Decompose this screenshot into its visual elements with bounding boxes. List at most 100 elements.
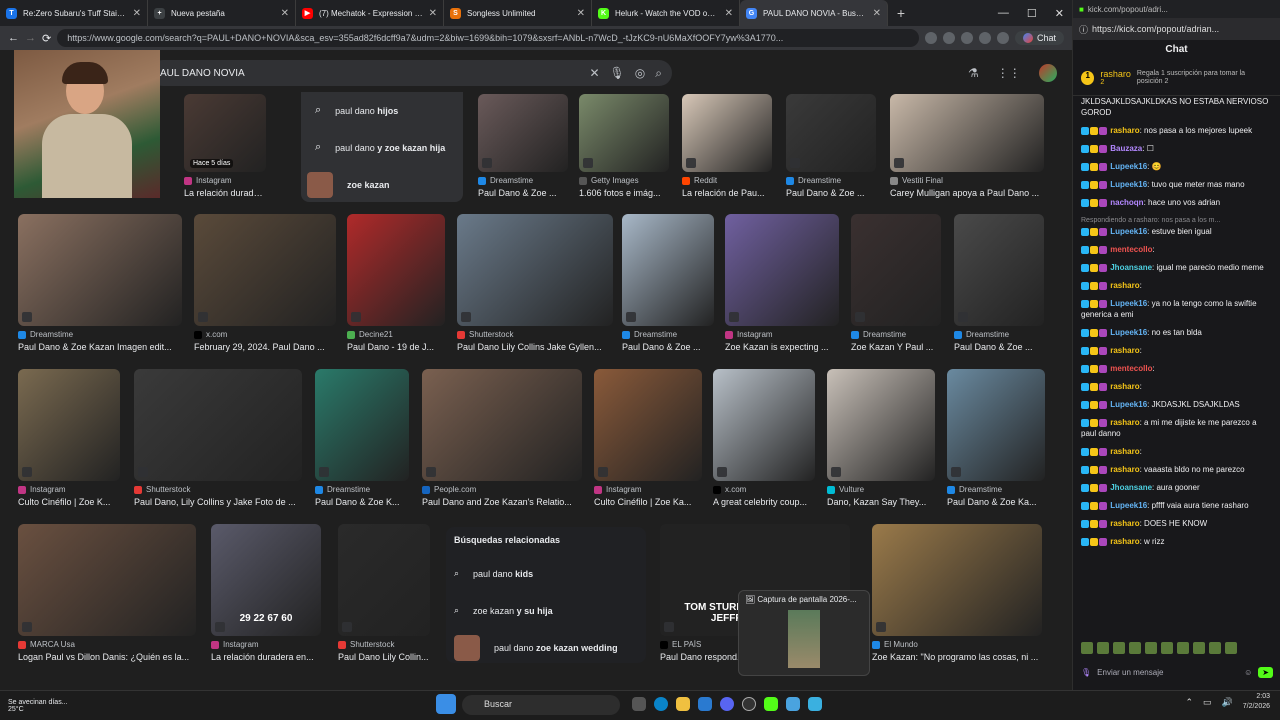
chat-message[interactable]: rasharo: w rizz bbox=[1081, 536, 1272, 547]
image-source[interactable]: Getty Images bbox=[579, 176, 669, 185]
image-thumbnail[interactable] bbox=[194, 214, 336, 326]
chat-username[interactable]: Lupeek16 bbox=[1110, 400, 1147, 409]
maximize-icon[interactable]: ☐ bbox=[1027, 7, 1037, 20]
kick-icon[interactable] bbox=[764, 697, 778, 711]
emoji-icon[interactable]: ☺ bbox=[1244, 668, 1252, 677]
image-result[interactable]: Instagram Culto Cinéfilo | Zoe Ka... bbox=[594, 369, 702, 507]
image-result[interactable]: 29 22 67 60 Instagram La relación duradera… bbox=[211, 524, 321, 662]
image-caption[interactable]: Zoe Kazan is expecting ... bbox=[725, 342, 839, 352]
chat-username[interactable]: rasharo bbox=[1110, 126, 1139, 135]
image-thumbnail[interactable] bbox=[579, 94, 669, 172]
image-thumbnail[interactable] bbox=[347, 214, 445, 326]
image-result[interactable]: Dreamstime Paul Dano & Zoe Kazan Imagen e… bbox=[18, 214, 182, 352]
image-caption[interactable]: Paul Dano & Zoe ... bbox=[622, 342, 714, 352]
back-icon[interactable]: ← bbox=[8, 32, 19, 44]
image-result[interactable]: Shutterstock Paul Dano Lily Collin... bbox=[338, 524, 430, 662]
windows-start-icon[interactable] bbox=[436, 694, 456, 714]
image-source[interactable]: Reddit bbox=[682, 176, 772, 185]
chat-message[interactable]: rasharo: bbox=[1081, 446, 1272, 457]
image-source[interactable]: x.com bbox=[713, 485, 815, 494]
extension-icon[interactable] bbox=[960, 32, 973, 44]
taskbar-search[interactable]: Buscar bbox=[462, 695, 620, 715]
image-thumbnail[interactable] bbox=[338, 524, 430, 636]
image-source[interactable]: Vulture bbox=[827, 485, 935, 494]
image-thumbnail[interactable] bbox=[315, 369, 409, 481]
chat-message[interactable]: mentecollo: bbox=[1081, 244, 1272, 255]
emote-icon[interactable] bbox=[1225, 642, 1237, 654]
emote-icon[interactable] bbox=[1145, 642, 1157, 654]
search-icon[interactable]: ⌕ bbox=[655, 66, 662, 81]
chat-message[interactable]: Lupeek16: 😊 bbox=[1081, 161, 1272, 172]
chat-username[interactable]: rasharo bbox=[1110, 447, 1139, 456]
image-result[interactable]: MARCA Usa Logan Paul vs Dillon Danis: ¿Qu… bbox=[18, 524, 196, 662]
bookmark-star-icon[interactable] bbox=[924, 32, 937, 44]
browser-tab[interactable]: + Nueva pestaña ✕ bbox=[148, 0, 296, 26]
file-explorer-icon[interactable] bbox=[676, 697, 690, 711]
chat-message[interactable]: Jhoansane: aura gooner bbox=[1081, 482, 1272, 493]
image-source[interactable]: People.com bbox=[422, 485, 582, 494]
image-source[interactable]: Dreamstime bbox=[947, 485, 1045, 494]
image-caption[interactable]: Culto Cinéfilo | Zoe Ka... bbox=[594, 497, 702, 507]
clear-icon[interactable]: ✕ bbox=[589, 66, 599, 80]
send-button[interactable]: ➤ bbox=[1258, 666, 1273, 678]
image-source[interactable]: Dreamstime bbox=[786, 176, 876, 185]
image-source[interactable]: Instagram bbox=[211, 640, 321, 649]
related-search-item[interactable]: paul dano zoe kazan wedding bbox=[454, 629, 638, 666]
chat-username[interactable]: Jhoansane bbox=[1110, 263, 1152, 272]
image-thumbnail[interactable] bbox=[478, 94, 568, 172]
close-tab-icon[interactable]: ✕ bbox=[281, 8, 289, 19]
image-caption[interactable]: La relación de Pau... bbox=[682, 188, 772, 198]
microphone-icon[interactable]: 🎙 bbox=[1081, 668, 1091, 677]
chat-username[interactable]: rasharo bbox=[1110, 281, 1139, 290]
chat-message[interactable]: rasharo: bbox=[1081, 280, 1272, 291]
image-caption[interactable]: Dano, Kazan Say They... bbox=[827, 497, 935, 507]
chat-username[interactable]: rasharo bbox=[1110, 418, 1139, 427]
image-source[interactable]: Dreamstime bbox=[851, 330, 941, 339]
image-thumbnail[interactable] bbox=[18, 214, 182, 326]
chat-message[interactable]: Lupeek16: pffff vaia aura tiene rasharo bbox=[1081, 500, 1272, 511]
image-caption[interactable]: Paul Dano & Zoe Kazan Imagen edit... bbox=[18, 342, 182, 352]
chat-username[interactable]: Lupeek16 bbox=[1110, 328, 1147, 337]
image-caption[interactable]: Paul Dano & Zoe ... bbox=[478, 188, 568, 198]
extension-icon[interactable] bbox=[942, 32, 955, 44]
chat-username[interactable]: mentecollo bbox=[1110, 364, 1152, 373]
chat-url-bar[interactable]: ⓘ https://kick.com/popout/adrian... bbox=[1073, 18, 1280, 40]
forward-icon[interactable]: → bbox=[25, 32, 36, 44]
chat-message[interactable]: Lupeek16: ya no la tengo como la swiftie… bbox=[1081, 298, 1272, 320]
image-caption[interactable]: Paul Dano and Zoe Kazan's Relatio... bbox=[422, 497, 582, 507]
apps-grid-icon[interactable]: ⋮⋮ bbox=[997, 66, 1021, 80]
site-info-icon[interactable]: ⓘ bbox=[1079, 23, 1088, 36]
image-caption[interactable]: Paul Dano & Zoe Ka... bbox=[947, 497, 1045, 507]
related-search-item[interactable]: ⌕ zoe kazan y su hija bbox=[454, 592, 638, 629]
image-thumbnail[interactable] bbox=[682, 94, 772, 172]
image-caption[interactable]: Paul Dano, Lily Collins y Jake Foto de .… bbox=[134, 497, 302, 507]
image-caption[interactable]: 1.606 fotos e imág... bbox=[579, 188, 669, 198]
suggestion-item[interactable]: ⌕ paul dano hijos bbox=[301, 92, 463, 129]
chat-username[interactable]: Lupeek16 bbox=[1110, 227, 1147, 236]
search-box[interactable]: AUL DANO NOVIA ✕ 🎙 ◎ ⌕ bbox=[150, 60, 672, 86]
image-result[interactable]: Dreamstime Paul Dano & Zoe ... bbox=[786, 94, 876, 198]
edge-icon[interactable] bbox=[654, 697, 668, 711]
notepad-icon[interactable] bbox=[808, 697, 822, 711]
clock[interactable]: 2:03 7/2/2026 bbox=[1243, 692, 1270, 712]
image-result[interactable]: Decine21 Paul Dano - 19 de J... bbox=[347, 214, 445, 352]
image-thumbnail[interactable] bbox=[18, 524, 196, 636]
chat-message[interactable]: Respondiendo a rasharo: nos pasa a los m… bbox=[1081, 215, 1272, 237]
image-thumbnail[interactable] bbox=[18, 369, 120, 481]
chat-username[interactable]: Lupeek16 bbox=[1110, 299, 1147, 308]
chat-message[interactable]: rasharo: bbox=[1081, 345, 1272, 356]
chat-username[interactable]: Lupeek16 bbox=[1110, 162, 1147, 171]
image-thumbnail[interactable] bbox=[947, 369, 1045, 481]
image-caption[interactable]: A great celebrity coup... bbox=[713, 497, 815, 507]
image-result[interactable]: x.com A great celebrity coup... bbox=[713, 369, 815, 507]
emote-icon[interactable] bbox=[1209, 642, 1221, 654]
avatar[interactable] bbox=[1038, 64, 1057, 82]
emote-icon[interactable] bbox=[1161, 642, 1173, 654]
chat-username[interactable]: rasharo bbox=[1110, 346, 1139, 355]
image-thumbnail[interactable] bbox=[872, 524, 1042, 636]
related-search-item[interactable]: ⌕ paul dano kids bbox=[454, 555, 638, 592]
image-thumbnail[interactable]: Hace 5 días bbox=[184, 94, 266, 172]
chat-message[interactable]: Lupeek16: JKDASJKL DSAJKLDAS bbox=[1081, 399, 1272, 410]
image-caption[interactable]: Carey Mulligan apoya a Paul Dano ... bbox=[890, 188, 1044, 198]
store-icon[interactable] bbox=[698, 697, 712, 711]
